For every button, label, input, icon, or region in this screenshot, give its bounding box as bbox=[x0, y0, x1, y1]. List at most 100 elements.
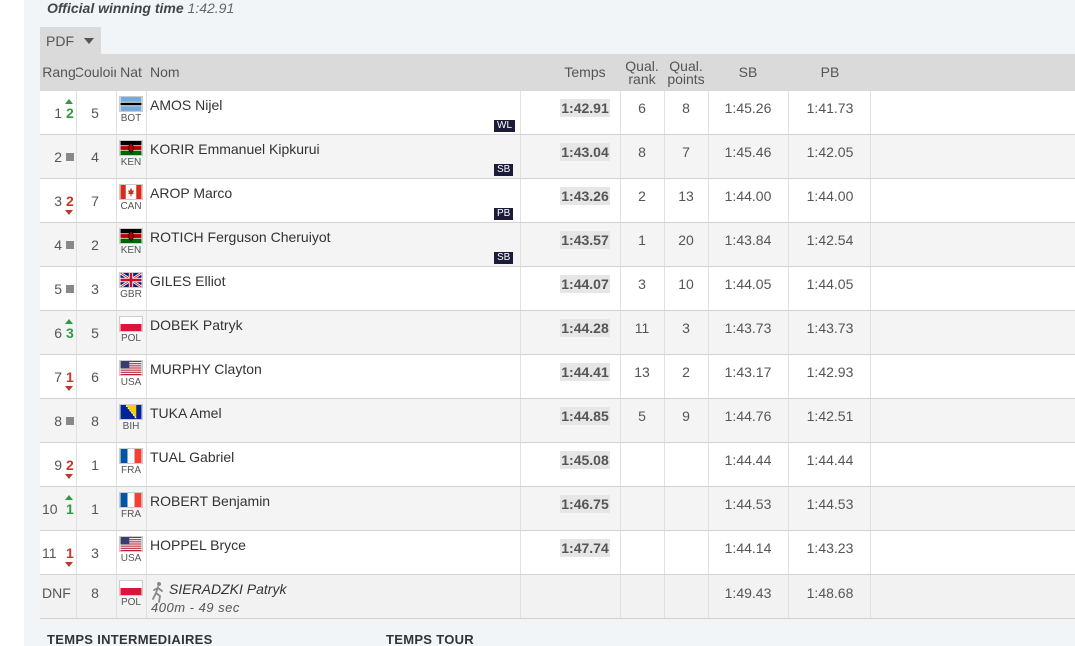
sb-value: 1:43.84 bbox=[724, 232, 772, 248]
athlete-name-link[interactable]: GILES Elliot bbox=[150, 273, 225, 289]
column-divider bbox=[520, 399, 521, 442]
ken-flag-icon bbox=[119, 140, 143, 156]
column-divider bbox=[870, 575, 871, 618]
record-badge: WL bbox=[494, 120, 515, 132]
column-divider bbox=[870, 355, 871, 398]
athlete-name-link[interactable]: AMOS Nijel bbox=[150, 97, 222, 113]
column-divider bbox=[664, 531, 665, 574]
column-divider bbox=[788, 487, 789, 530]
column-header-rang[interactable]: Rang bbox=[42, 54, 76, 91]
column-header-qual-points[interactable]: Qual. points bbox=[666, 54, 706, 91]
qual-points-value: 8 bbox=[682, 100, 690, 116]
fra-flag-icon bbox=[119, 492, 143, 508]
column-header-pb[interactable]: PB bbox=[790, 54, 870, 91]
record-badge: SB bbox=[494, 164, 514, 176]
nat-code: BIH bbox=[122, 421, 140, 432]
lane-value: 1 bbox=[91, 501, 99, 517]
pb-value: 1:42.93 bbox=[806, 364, 854, 380]
section-title-lap[interactable]: TEMPS TOUR bbox=[386, 632, 474, 646]
column-divider bbox=[664, 399, 665, 442]
column-divider bbox=[788, 267, 789, 310]
pol-flag-icon bbox=[119, 316, 143, 332]
sb-value: 1:44.53 bbox=[724, 496, 772, 512]
column-header-couloir[interactable]: Couloir bbox=[76, 54, 116, 91]
qual-points-value: 2 bbox=[682, 364, 690, 380]
column-divider bbox=[620, 443, 621, 486]
nat-code: KEN bbox=[120, 245, 142, 256]
table-row[interactable]: 9 2 1 FRA TUAL Gabriel 1:45.08 1:44.44 1… bbox=[40, 443, 1075, 487]
table-row[interactable]: 4 2 KEN ROTICH Ferguson Cheruiyot SB 1:4… bbox=[40, 223, 1075, 267]
ken-flag-icon bbox=[119, 228, 143, 244]
table-row[interactable]: 8 8 BIH TUKA Amel 1:44.85 5 9 1:44.76 1:… bbox=[40, 399, 1075, 443]
athlete-name-link[interactable]: MURPHY Clayton bbox=[150, 361, 262, 377]
table-row[interactable]: 10 1 1 FRA ROBERT Benjamin 1:46.75 1:44.… bbox=[40, 487, 1075, 531]
time-value: 1:47.74 bbox=[560, 539, 610, 557]
rank-value: DNF bbox=[42, 585, 71, 601]
lane-value: 8 bbox=[91, 413, 99, 429]
table-row[interactable]: 11 1 3 USA HOPPEL Bryce 1:47.74 1:44.14 … bbox=[40, 531, 1075, 575]
column-divider bbox=[146, 91, 147, 134]
rank-value: 5 bbox=[54, 281, 62, 297]
rank-change-value: 2 bbox=[66, 193, 74, 209]
official-winning-time: Official winning time 1:42.91 bbox=[47, 0, 234, 16]
time-value: 1:43.57 bbox=[560, 231, 610, 249]
rank-down-icon: 2 bbox=[64, 186, 76, 216]
qual-points-value: 3 bbox=[682, 320, 690, 336]
pb-value: 1:43.23 bbox=[806, 540, 854, 556]
pdf-dropdown-button[interactable]: PDF bbox=[40, 27, 101, 54]
column-divider bbox=[788, 91, 789, 134]
athlete-name-link[interactable]: ROBERT Benjamin bbox=[150, 493, 270, 509]
table-row[interactable]: 2 4 KEN KORIR Emmanuel Kipkurui SB 1:43.… bbox=[40, 135, 1075, 179]
column-divider bbox=[664, 575, 665, 618]
rank-unchanged-icon bbox=[64, 406, 76, 436]
table-row-dnf[interactable]: DNF 8 POL SIERADZKI Patryk 400m - 49 sec… bbox=[40, 575, 1075, 619]
dnf-note: 400m - 49 sec bbox=[151, 600, 240, 615]
athlete-name-link[interactable]: HOPPEL Bryce bbox=[150, 537, 246, 553]
table-row[interactable]: 5 3 GBR GILES Elliot 1:44.07 3 10 1:44.0… bbox=[40, 267, 1075, 311]
column-header-nom[interactable]: Nom bbox=[150, 54, 210, 91]
lane-value: 6 bbox=[91, 369, 99, 385]
column-divider bbox=[76, 311, 77, 354]
sb-value: 1:45.46 bbox=[724, 144, 772, 160]
column-header-qual-rank[interactable]: Qual. rank bbox=[622, 54, 662, 91]
time-value: 1:43.04 bbox=[560, 143, 610, 161]
qual-rank-value: 13 bbox=[634, 364, 650, 380]
column-divider bbox=[620, 135, 621, 178]
rank-change-value: 1 bbox=[66, 369, 74, 385]
column-header-temps[interactable]: Temps bbox=[550, 54, 620, 91]
table-row[interactable]: 1 2 5 BOT AMOS Nijel WL 1:42.91 6 8 1:45… bbox=[40, 91, 1075, 135]
sb-value: 1:43.73 bbox=[724, 320, 772, 336]
athlete-name-link[interactable]: KORIR Emmanuel Kipkurui bbox=[150, 141, 320, 157]
athlete-name-link[interactable]: DOBEK Patryk bbox=[150, 317, 243, 333]
column-divider bbox=[520, 223, 521, 266]
column-divider bbox=[788, 443, 789, 486]
table-row[interactable]: 6 3 5 POL DOBEK Patryk 1:44.28 11 3 1:43… bbox=[40, 311, 1075, 355]
athlete-name-link[interactable]: SIERADZKI Patryk bbox=[169, 581, 286, 597]
qual-points-value: 7 bbox=[682, 144, 690, 160]
column-divider bbox=[76, 267, 77, 310]
rank-value: 3 bbox=[54, 193, 62, 209]
section-title-intermediate[interactable]: TEMPS INTERMEDIAIRES bbox=[47, 632, 213, 646]
rank-change-value: 3 bbox=[66, 325, 74, 341]
athlete-name-link[interactable]: AROP Marco bbox=[150, 185, 232, 201]
sb-value: 1:44.00 bbox=[724, 188, 772, 204]
time-value: 1:44.41 bbox=[560, 363, 610, 381]
table-row[interactable]: 3 2 7 CAN AROP Marco PB 1:43.26 2 13 1:4… bbox=[40, 179, 1075, 223]
column-header-sb[interactable]: SB bbox=[708, 54, 788, 91]
athlete-name-link[interactable]: TUKA Amel bbox=[150, 405, 222, 421]
winning-time-label: Official winning time bbox=[47, 0, 184, 16]
column-divider bbox=[76, 399, 77, 442]
results-table-body: 1 2 5 BOT AMOS Nijel WL 1:42.91 6 8 1:45… bbox=[40, 91, 1075, 619]
rank-change-value: 1 bbox=[66, 545, 74, 561]
column-divider bbox=[664, 223, 665, 266]
athlete-name-link[interactable]: TUAL Gabriel bbox=[150, 449, 234, 465]
rank-value: 7 bbox=[54, 369, 62, 385]
nat-code: FRA bbox=[121, 465, 141, 476]
table-row[interactable]: 7 1 6 USA MURPHY Clayton 1:44.41 13 2 1:… bbox=[40, 355, 1075, 399]
athlete-name-link[interactable]: ROTICH Ferguson Cheruiyot bbox=[150, 229, 331, 245]
column-divider bbox=[146, 179, 147, 222]
column-header-nat[interactable]: Nat bbox=[118, 54, 144, 91]
column-divider bbox=[520, 267, 521, 310]
usa-flag-icon bbox=[119, 360, 143, 376]
lane-value: 8 bbox=[91, 585, 99, 601]
